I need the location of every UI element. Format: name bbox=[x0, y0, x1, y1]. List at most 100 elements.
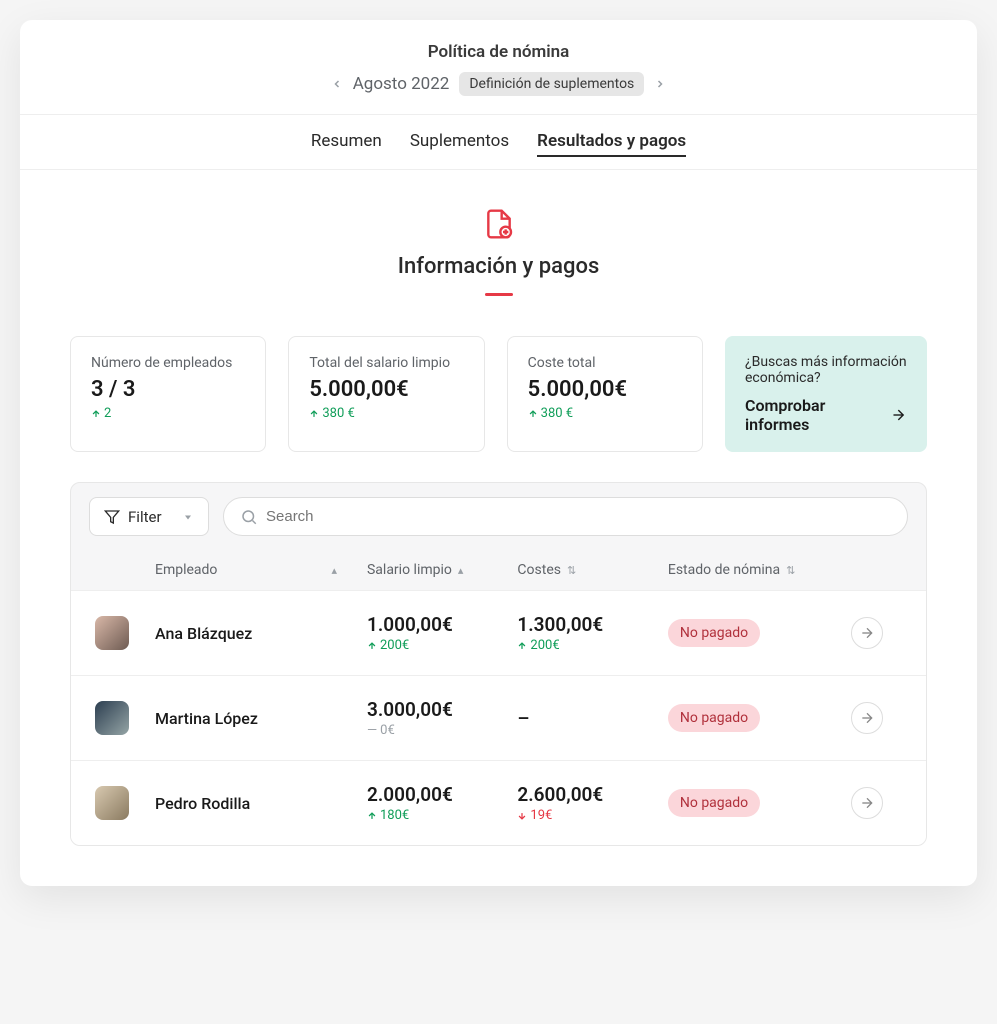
dash-icon: — bbox=[367, 723, 377, 738]
avatar bbox=[95, 786, 129, 820]
step-badge: Definición de suplementos bbox=[459, 72, 644, 96]
table-row: Pedro Rodilla 2.000,00€ 180€ 2.600,00€ 1… bbox=[71, 760, 926, 845]
status-badge: No pagado bbox=[668, 789, 760, 817]
cost-delta-value: 19€ bbox=[530, 808, 552, 823]
cost-delta-value: 200€ bbox=[530, 638, 559, 653]
hero: Información y pagos bbox=[20, 170, 977, 336]
stat-value: 5.000,00€ bbox=[528, 377, 682, 402]
salary-delta: 180€ bbox=[367, 808, 517, 823]
search-input[interactable] bbox=[258, 498, 891, 535]
cost-delta: 200€ bbox=[517, 638, 667, 653]
document-upload-icon bbox=[483, 208, 515, 240]
search-wrap bbox=[223, 497, 908, 536]
next-period-button[interactable] bbox=[654, 78, 666, 90]
filter-label: Filter bbox=[128, 508, 162, 526]
arrow-up-icon bbox=[528, 409, 538, 419]
status-badge: No pagado bbox=[668, 619, 760, 647]
prev-period-button[interactable] bbox=[331, 78, 343, 90]
stat-delta: 2 bbox=[91, 406, 245, 421]
salary-delta-value: 180€ bbox=[380, 808, 409, 823]
tab-resultados-y-pagos[interactable]: Resultados y pagos bbox=[537, 131, 686, 157]
salary-cell: 2.000,00€ 180€ bbox=[367, 783, 517, 823]
stats-row: Número de empleados 3 / 3 2 Total del sa… bbox=[20, 336, 977, 482]
row-open-button[interactable] bbox=[851, 787, 883, 819]
arrow-right-icon bbox=[890, 406, 907, 424]
cost-cell: – bbox=[517, 707, 667, 730]
stat-value: 3 / 3 bbox=[91, 377, 245, 402]
tab-suplementos[interactable]: Suplementos bbox=[410, 131, 509, 157]
stat-delta-value: 380 € bbox=[322, 406, 354, 421]
info-card-link-label: Comprobar informes bbox=[745, 396, 882, 434]
col-employee-label: Empleado bbox=[155, 562, 217, 578]
arrow-up-icon bbox=[367, 641, 377, 651]
page-title: Política de nómina bbox=[20, 42, 977, 62]
arrow-down-icon bbox=[517, 811, 527, 821]
salary-delta: — 0€ bbox=[367, 723, 517, 738]
period-nav: Agosto 2022 Definición de suplementos bbox=[20, 72, 977, 96]
cost-amount: 2.600,00€ bbox=[517, 783, 667, 806]
hero-title: Información y pagos bbox=[20, 254, 977, 279]
caret-down-icon bbox=[182, 511, 194, 523]
status-cell: No pagado bbox=[668, 619, 832, 647]
arrow-right-icon bbox=[859, 710, 875, 726]
avatar bbox=[95, 616, 129, 650]
col-employee[interactable]: Empleado ▴ bbox=[155, 562, 367, 578]
app-card: Política de nómina Agosto 2022 Definició… bbox=[20, 20, 977, 886]
arrow-up-icon bbox=[309, 409, 319, 419]
salary-cell: 1.000,00€ 200€ bbox=[367, 613, 517, 653]
stat-label: Número de empleados bbox=[91, 355, 245, 371]
stat-value: 5.000,00€ bbox=[309, 377, 463, 402]
cost-delta: 19€ bbox=[517, 808, 667, 823]
salary-cell: 3.000,00€ — 0€ bbox=[367, 698, 517, 738]
status-cell: No pagado bbox=[668, 789, 832, 817]
status-cell: No pagado bbox=[668, 704, 832, 732]
table-controls: Filter bbox=[71, 483, 926, 550]
check-reports-link[interactable]: Comprobar informes bbox=[745, 396, 907, 434]
stat-delta: 380 € bbox=[309, 406, 463, 421]
search-icon bbox=[240, 508, 258, 526]
salary-amount: 1.000,00€ bbox=[367, 613, 517, 636]
row-open-button[interactable] bbox=[851, 702, 883, 734]
header: Política de nómina Agosto 2022 Definició… bbox=[20, 20, 977, 114]
salary-amount: 3.000,00€ bbox=[367, 698, 517, 721]
stat-label: Coste total bbox=[528, 355, 682, 371]
salary-delta-value: 0€ bbox=[380, 723, 395, 738]
info-card-text: ¿Buscas más información económica? bbox=[745, 354, 907, 386]
stat-delta-value: 2 bbox=[104, 406, 111, 421]
arrow-up-icon bbox=[517, 641, 527, 651]
salary-delta-value: 200€ bbox=[380, 638, 409, 653]
filter-icon bbox=[104, 509, 120, 525]
stat-employees: Número de empleados 3 / 3 2 bbox=[70, 336, 266, 452]
cost-cell: 2.600,00€ 19€ bbox=[517, 783, 667, 823]
period-label: Agosto 2022 bbox=[353, 74, 450, 94]
employee-name: Martina López bbox=[155, 709, 367, 728]
sort-icon: ⇅ bbox=[567, 564, 576, 577]
col-net-salary-label: Salario limpio bbox=[367, 562, 452, 578]
arrow-up-icon bbox=[91, 409, 101, 419]
chevron-left-icon bbox=[331, 78, 343, 90]
stat-delta-value: 380 € bbox=[541, 406, 573, 421]
cost-amount: – bbox=[517, 707, 667, 730]
arrow-up-icon bbox=[367, 811, 377, 821]
col-net-salary[interactable]: Salario limpio ▴ bbox=[367, 562, 517, 578]
stat-label: Total del salario limpio bbox=[309, 355, 463, 371]
col-status[interactable]: Estado de nómina ⇅ bbox=[668, 562, 832, 578]
row-open-button[interactable] bbox=[851, 617, 883, 649]
col-costs[interactable]: Costes ⇅ bbox=[517, 562, 667, 578]
col-status-label: Estado de nómina bbox=[668, 562, 780, 578]
arrow-right-icon bbox=[859, 625, 875, 641]
cost-amount: 1.300,00€ bbox=[517, 613, 667, 636]
chevron-right-icon bbox=[654, 78, 666, 90]
hero-underline bbox=[485, 293, 513, 296]
col-costs-label: Costes bbox=[517, 562, 561, 578]
tab-resumen[interactable]: Resumen bbox=[311, 131, 382, 157]
tabbar: Resumen Suplementos Resultados y pagos bbox=[20, 114, 977, 170]
salary-delta: 200€ bbox=[367, 638, 517, 653]
filter-button[interactable]: Filter bbox=[89, 497, 209, 536]
stat-net-salary: Total del salario limpio 5.000,00€ 380 € bbox=[288, 336, 484, 452]
arrow-right-icon bbox=[859, 795, 875, 811]
avatar bbox=[95, 701, 129, 735]
employees-table: Filter Empleado ▴ Salario limpio ▴ Coste… bbox=[70, 482, 927, 846]
cost-cell: 1.300,00€ 200€ bbox=[517, 613, 667, 653]
employee-name: Ana Blázquez bbox=[155, 624, 367, 643]
